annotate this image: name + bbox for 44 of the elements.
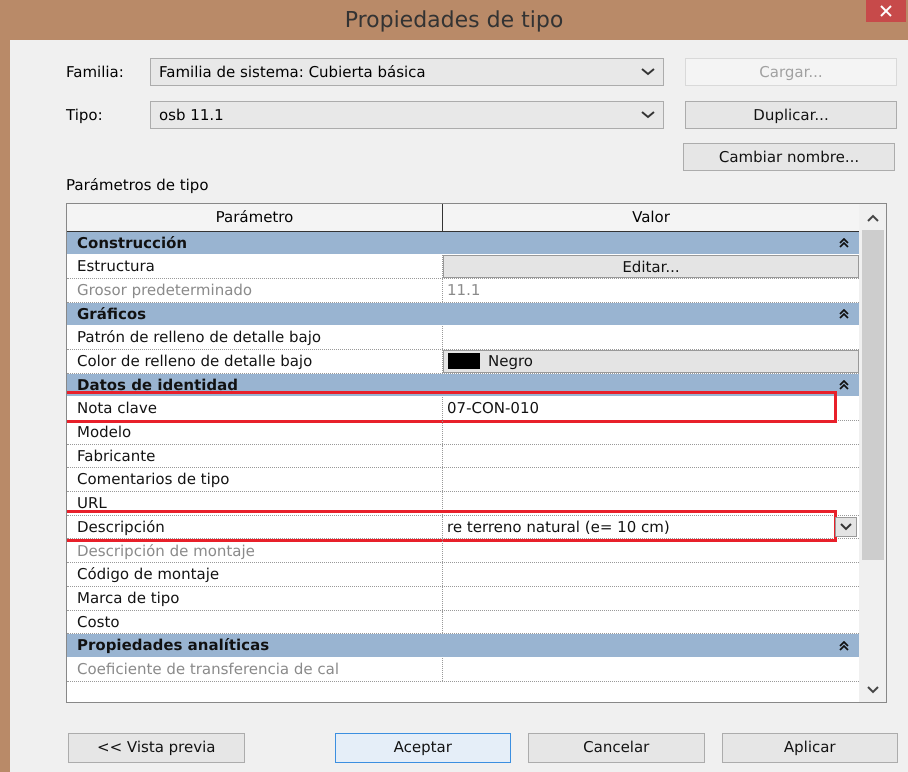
- parameter-name: Nota clave: [67, 397, 443, 420]
- close-icon: [880, 5, 892, 17]
- parameter-name: Modelo: [67, 421, 443, 444]
- parameter-name: Descripción: [67, 516, 443, 538]
- group-header[interactable]: Construcción: [67, 232, 859, 256]
- chevron-up-icon: [866, 214, 878, 222]
- value-text[interactable]: 07-CON-010: [443, 397, 544, 420]
- parameter-name: Fabricante: [67, 444, 443, 468]
- edit-button[interactable]: Editar...: [443, 255, 859, 278]
- field-label: Familia:: [66, 62, 125, 83]
- chevron-down-icon: [641, 111, 655, 119]
- scrollbar-thumb[interactable]: [862, 230, 884, 560]
- color-button[interactable]: Negro: [443, 350, 859, 373]
- close-button[interactable]: [866, 0, 906, 22]
- dialog-button[interactable]: Aceptar: [334, 732, 511, 762]
- dialog-button[interactable]: Cancelar: [528, 732, 704, 762]
- parameter-name: Costo: [67, 610, 443, 634]
- field-label: Tipo:: [66, 104, 104, 126]
- chevron-down-icon: [641, 68, 655, 76]
- section-label: Parámetros de tipo: [66, 175, 209, 196]
- parameter-name: Código de montaje: [67, 563, 443, 586]
- parameter-name: URL: [67, 492, 443, 515]
- column-header[interactable]: Valor: [443, 204, 859, 230]
- column-header[interactable]: Parámetro: [67, 204, 443, 230]
- dropdown-button[interactable]: [835, 517, 857, 538]
- parameter-name: Coeficiente de transferencia de cal: [67, 658, 443, 681]
- type-dropdown[interactable]: osb 11.1: [150, 101, 664, 129]
- chevron-down-icon: [840, 523, 852, 532]
- parameter-name: Marca de tipo: [67, 586, 443, 610]
- parameter-name: Grosor predeterminado: [67, 278, 443, 302]
- family-dropdown[interactable]: Familia de sistema: Cubierta básica: [150, 58, 664, 86]
- window-title: Propiedades de tipo: [344, 6, 564, 34]
- dialog-button[interactable]: << Vista previa: [68, 732, 244, 762]
- parameter-name: Descripción de montaje: [67, 539, 443, 562]
- parameter-name: Comentarios de tipo: [67, 468, 443, 492]
- dialog-button[interactable]: Duplicar...: [685, 101, 897, 129]
- dialog-button[interactable]: Aplicar: [722, 732, 898, 762]
- value-text[interactable]: re terreno natural (e= 10 cm): [443, 516, 674, 538]
- scrollbar[interactable]: [859, 204, 886, 702]
- dialog-button[interactable]: Cambiar nombre...: [683, 143, 895, 171]
- chevron-down-icon: [866, 686, 878, 694]
- parameter-name: Patrón de relleno de detalle bajo: [67, 326, 443, 349]
- group-header[interactable]: Gráficos: [67, 302, 859, 326]
- group-header[interactable]: Propiedades analíticas: [67, 634, 859, 658]
